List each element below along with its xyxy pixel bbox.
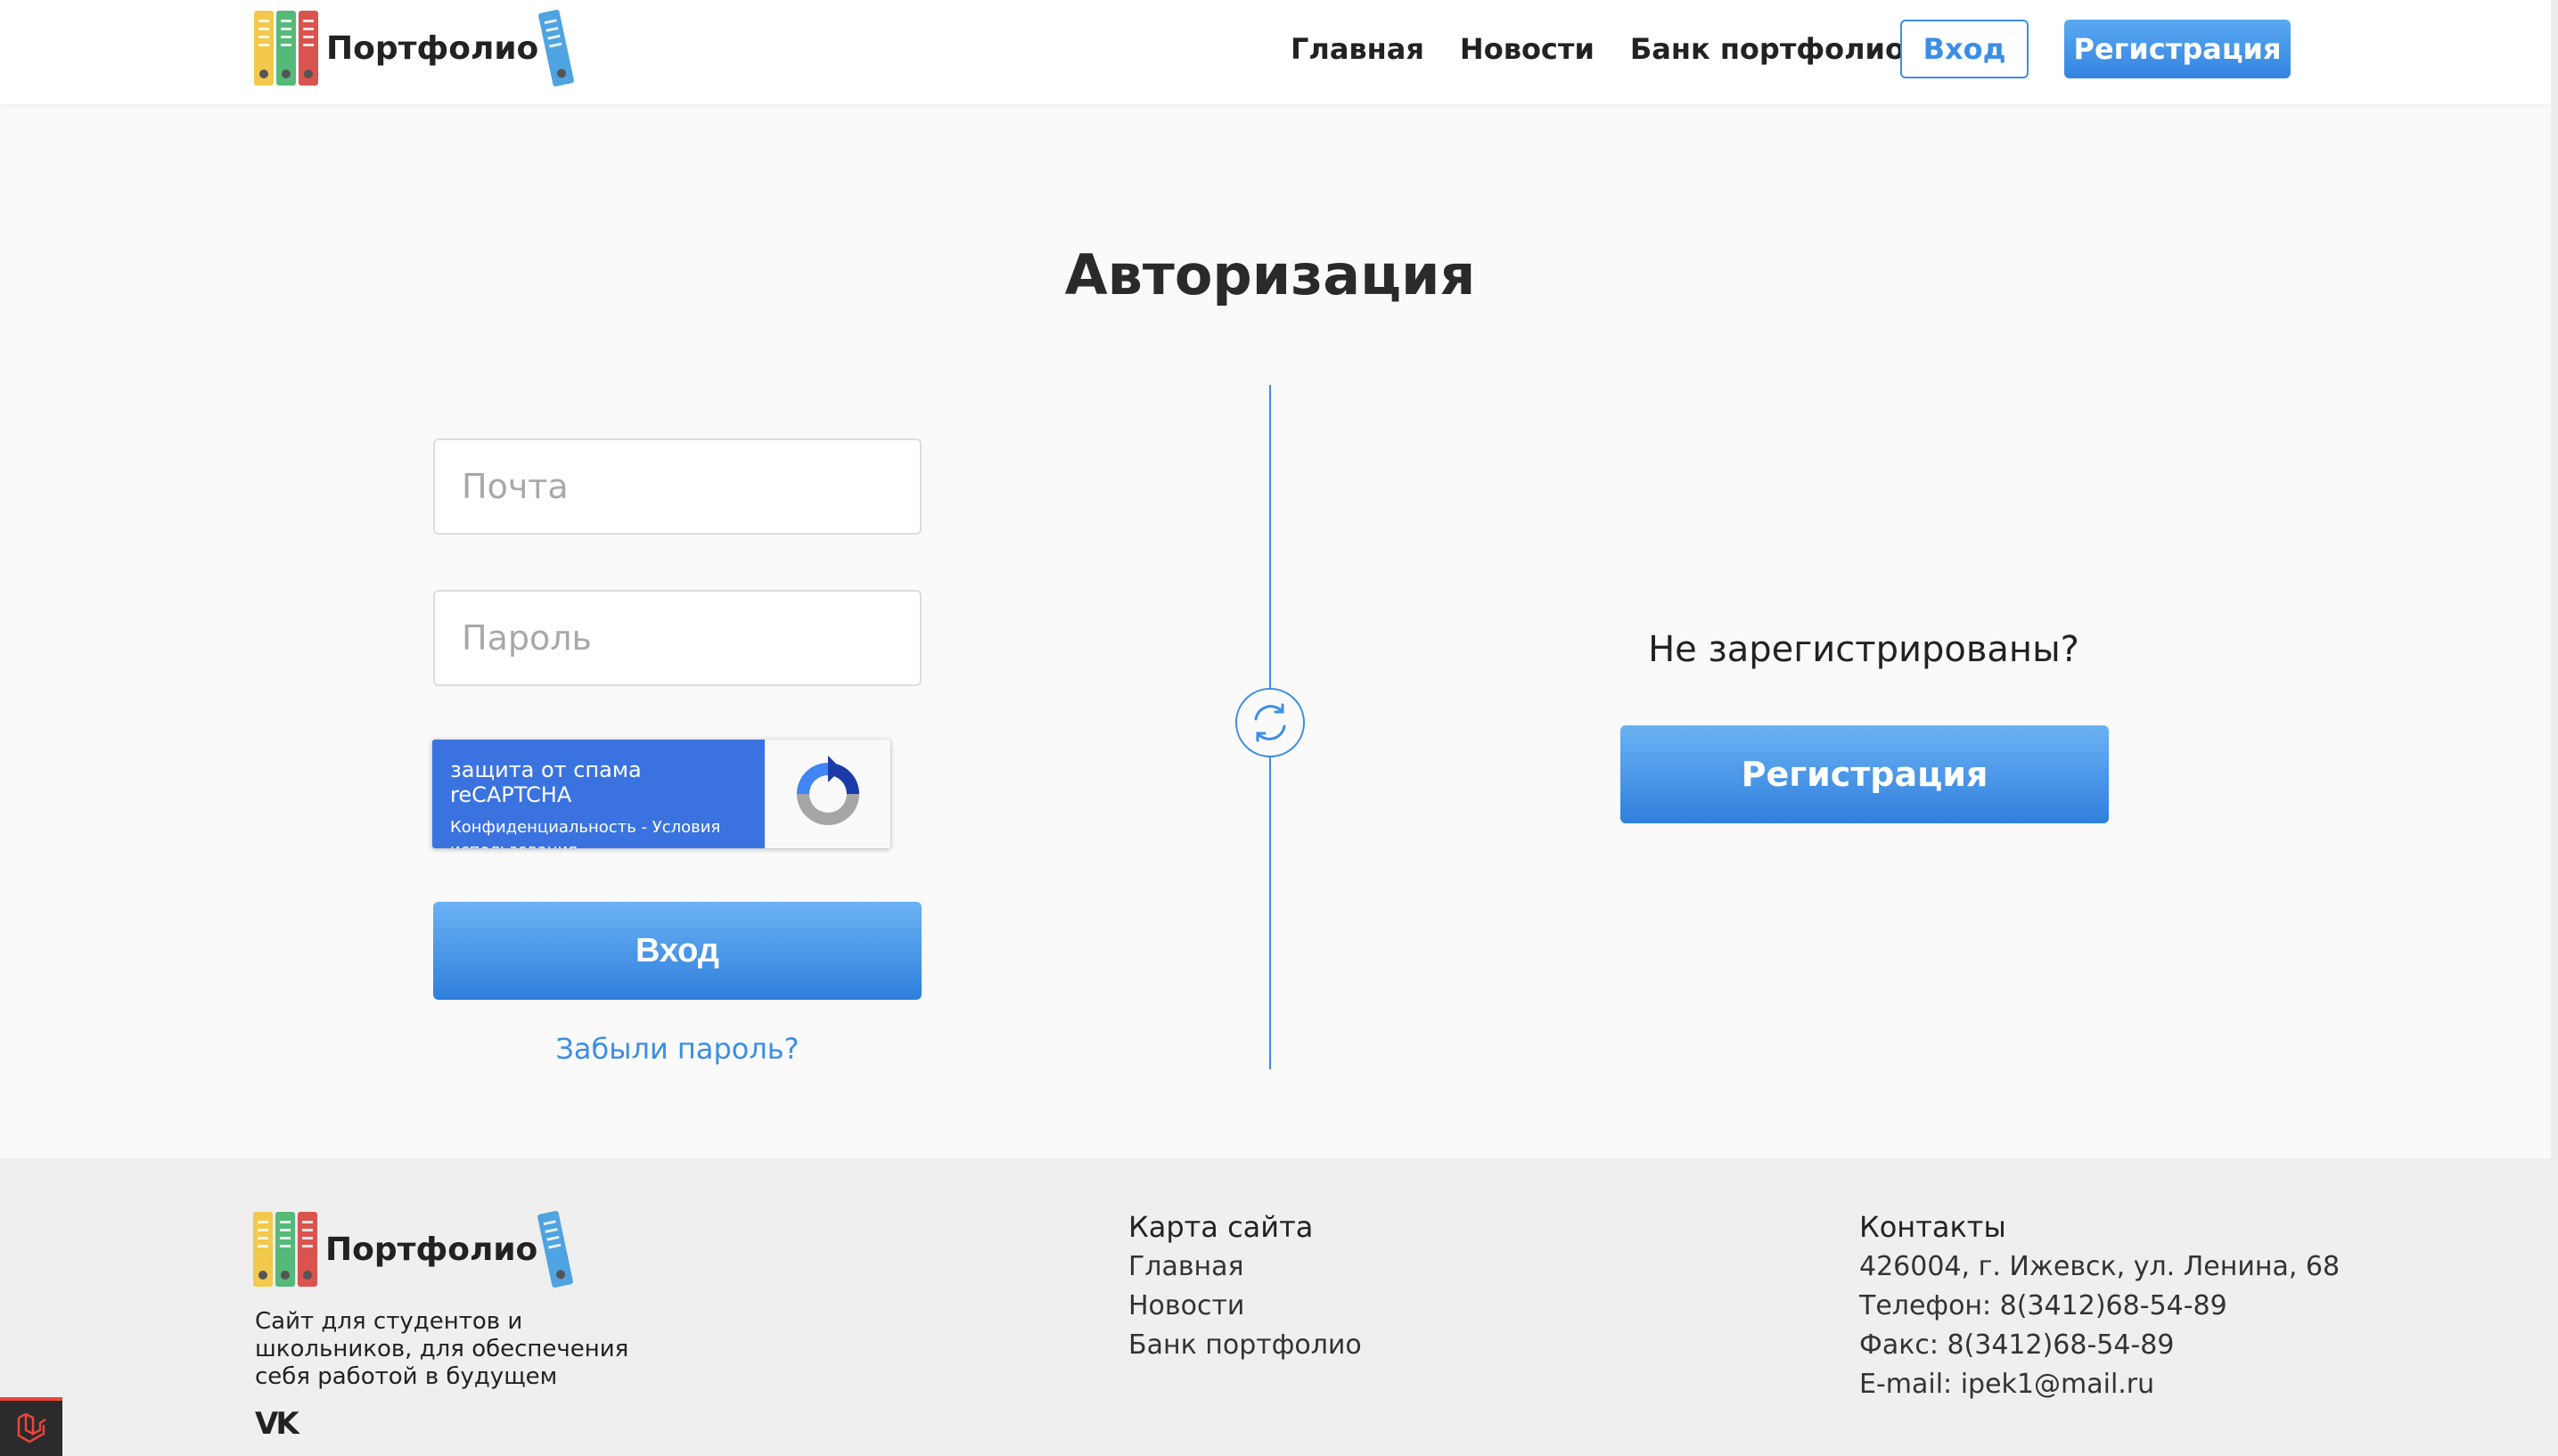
contact-fax: Факс: 8(3412)68-54-89	[1859, 1329, 2175, 1361]
header-register-button[interactable]: Регистрация	[2064, 20, 2291, 78]
nav-item-home[interactable]: Главная	[1291, 32, 1424, 66]
header-login-button[interactable]: Вход	[1900, 20, 2029, 78]
binders-logo-icon	[253, 1212, 320, 1287]
register-button[interactable]: Регистрация	[1620, 725, 2109, 823]
refresh-icon	[1235, 688, 1305, 757]
binders-logo-icon	[254, 11, 321, 86]
nav-item-portfolio-bank[interactable]: Банк портфолио	[1630, 32, 1905, 66]
site-header: Портфолио Главная Новости Банк портфолио…	[0, 0, 2551, 104]
forgot-password-link[interactable]: Забыли пароль?	[433, 1032, 922, 1066]
sitemap-title: Карта сайта	[1128, 1210, 1314, 1244]
footer-description: Сайт для студентов и школьников, для обе…	[255, 1308, 629, 1390]
logo-text: Портфолио	[326, 29, 539, 67]
main-nav: Главная Новости Банк портфолио	[1291, 20, 1940, 78]
recaptcha-links[interactable]: Конфиденциальность - Условия использован…	[450, 816, 735, 848]
header-logo[interactable]: Портфолио	[254, 9, 575, 87]
page-title: Авторизация	[1064, 242, 1476, 307]
contact-address: 426004, г. Ижевск, ул. Ленина, 68	[1859, 1251, 2341, 1282]
password-field[interactable]	[433, 590, 922, 686]
login-button[interactable]: Вход	[433, 902, 922, 1000]
footer-logo[interactable]: Портфолио	[253, 1210, 574, 1288]
recaptcha-widget[interactable]: защита от спама reCAPTCHA Конфиденциальн…	[432, 740, 890, 848]
contact-phone: Телефон: 8(3412)68-54-89	[1859, 1290, 2227, 1321]
contact-email[interactable]: E-mail: ipek1@mail.ru	[1859, 1369, 2154, 1400]
nav-item-news[interactable]: Новости	[1460, 32, 1595, 66]
recaptcha-title: защита от спама reCAPTCHA	[450, 757, 642, 807]
sitemap-link-news[interactable]: Новости	[1128, 1290, 1244, 1321]
vk-icon[interactable]: VK	[255, 1406, 299, 1442]
sitemap-link-home[interactable]: Главная	[1128, 1251, 1244, 1282]
contacts-title: Контакты	[1859, 1210, 2006, 1244]
laravel-debug-icon[interactable]	[0, 1397, 62, 1456]
recaptcha-info: защита от спама reCAPTCHA Конфиденциальн…	[432, 740, 765, 848]
sitemap-link-portfolio-bank[interactable]: Банк портфолио	[1128, 1329, 1362, 1361]
binder-icon	[537, 9, 575, 87]
email-field[interactable]	[433, 438, 922, 535]
scrollbar[interactable]	[2551, 0, 2558, 1158]
footer-logo-text: Портфолио	[325, 1231, 538, 1268]
recaptcha-logo-icon	[765, 740, 890, 848]
not-registered-text: Не зарегистрированы?	[1648, 629, 2079, 670]
